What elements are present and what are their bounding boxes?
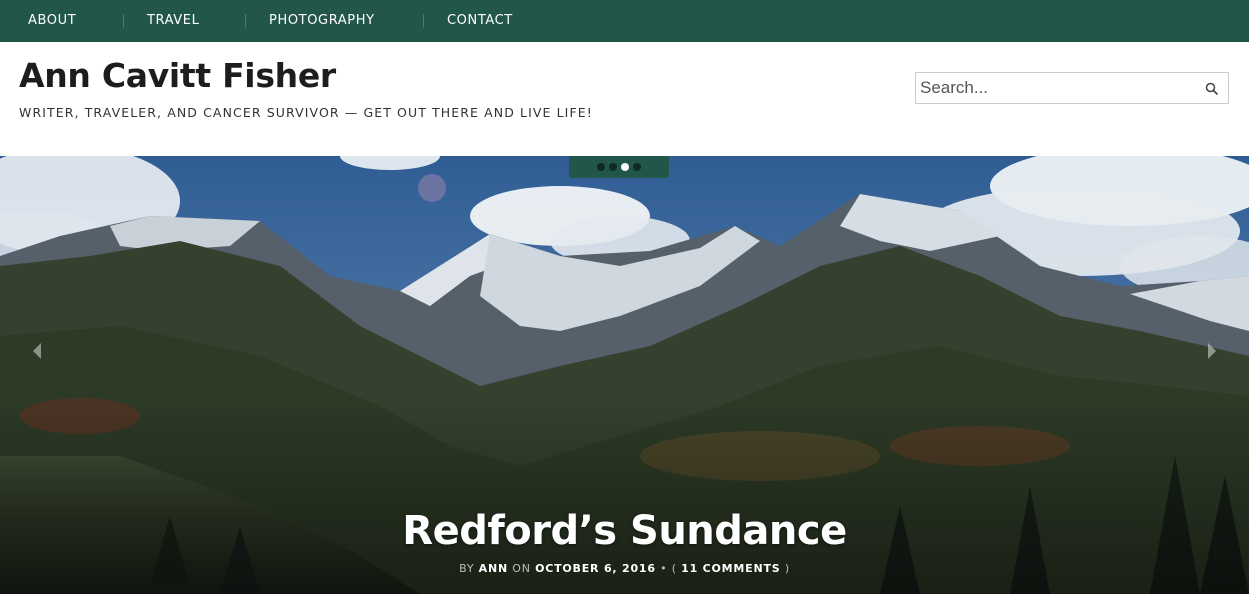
- meta-author-link[interactable]: ANN: [479, 562, 508, 575]
- nav-item-label: TRAVEL: [147, 13, 200, 28]
- nav-item-label: PHOTOGRAPHY: [269, 13, 375, 28]
- meta-on-label: ON: [512, 562, 531, 575]
- nav-item-label: CONTACT: [447, 13, 513, 28]
- slider-pagination: [569, 156, 669, 178]
- meta-paren-close: ): [784, 562, 790, 575]
- slider-dot[interactable]: [597, 163, 605, 171]
- site-title[interactable]: Ann Cavitt Fisher: [19, 56, 336, 95]
- nav-item-about[interactable]: ABOUT: [0, 0, 124, 42]
- slide-title[interactable]: Redford’s Sundance: [0, 508, 1249, 554]
- featured-slider: Redford’s Sundance BY ANN ON OCTOBER 6, …: [0, 156, 1249, 594]
- meta-date-link[interactable]: OCTOBER 6, 2016: [535, 562, 656, 575]
- search-input[interactable]: [920, 75, 1190, 101]
- nav-item-contact[interactable]: CONTACT: [424, 0, 541, 42]
- slider-dot[interactable]: [633, 163, 641, 171]
- slide-meta: BY ANN ON OCTOBER 6, 2016 • ( 11 COMMENT…: [0, 562, 1249, 575]
- nav-item-photography[interactable]: PHOTOGRAPHY: [246, 0, 424, 42]
- search-icon[interactable]: [1204, 81, 1220, 97]
- nav-item-label: ABOUT: [28, 13, 77, 28]
- meta-comments-link[interactable]: 11 COMMENTS: [681, 562, 780, 575]
- site-tagline: WRITER, TRAVELER, AND CANCER SURVIVOR — …: [19, 105, 593, 120]
- nav-item-travel[interactable]: TRAVEL: [124, 0, 246, 42]
- meta-by-label: BY: [459, 562, 475, 575]
- chevron-left-icon[interactable]: [29, 340, 45, 362]
- chevron-right-icon[interactable]: [1204, 340, 1220, 362]
- meta-bullet: •: [660, 562, 668, 575]
- top-navigation: ABOUT TRAVEL PHOTOGRAPHY CONTACT: [0, 0, 1249, 42]
- meta-paren-open: (: [671, 562, 677, 575]
- site-header: Ann Cavitt Fisher WRITER, TRAVELER, AND …: [0, 42, 1249, 156]
- slider-dot-active[interactable]: [621, 163, 629, 171]
- slider-dot[interactable]: [609, 163, 617, 171]
- search-form: [915, 72, 1229, 104]
